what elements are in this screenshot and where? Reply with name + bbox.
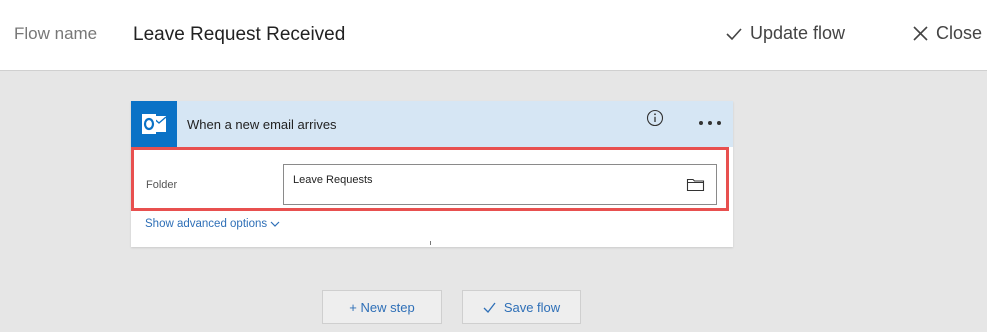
update-flow-label: Update flow [750,23,846,43]
show-advanced-options-link[interactable]: Show advanced options [145,218,280,230]
save-flow-button[interactable]: Save flow [462,290,581,324]
new-step-label: + New step [349,299,415,315]
folder-field-value: Leave Requests [293,174,373,186]
show-advanced-options-label: Show advanced options [145,218,268,230]
close-label: Close [936,23,983,43]
trigger-card: When a new email arrives Folder Leave Re… [131,101,733,247]
folder-picker-icon[interactable] [686,176,705,192]
dot [708,121,712,125]
update-flow-button[interactable]: Update flow [725,23,845,44]
folder-label: Folder [146,179,178,191]
flow-name-input[interactable]: Leave Request Received [133,24,345,46]
chevron-down-icon [270,221,280,228]
folder-field[interactable]: Leave Requests [283,164,717,205]
trigger-card-header[interactable]: When a new email arrives [131,101,733,147]
card-divider-mark [430,241,431,245]
trigger-title: When a new email arrives [187,117,337,132]
checkmark-icon [725,26,743,42]
more-options-icon[interactable] [699,113,721,133]
flow-name-label: Flow name [14,24,98,43]
info-icon[interactable] [646,109,664,127]
dot [699,121,703,125]
save-flow-label: Save flow [503,299,561,315]
close-icon [912,25,929,42]
close-button[interactable]: Close [912,23,982,44]
outlook-icon [131,101,177,147]
dot [717,121,721,125]
checkmark-icon [483,302,496,313]
new-step-button[interactable]: + New step [322,290,442,324]
flow-header: Flow name Leave Request Received Update … [0,0,987,71]
